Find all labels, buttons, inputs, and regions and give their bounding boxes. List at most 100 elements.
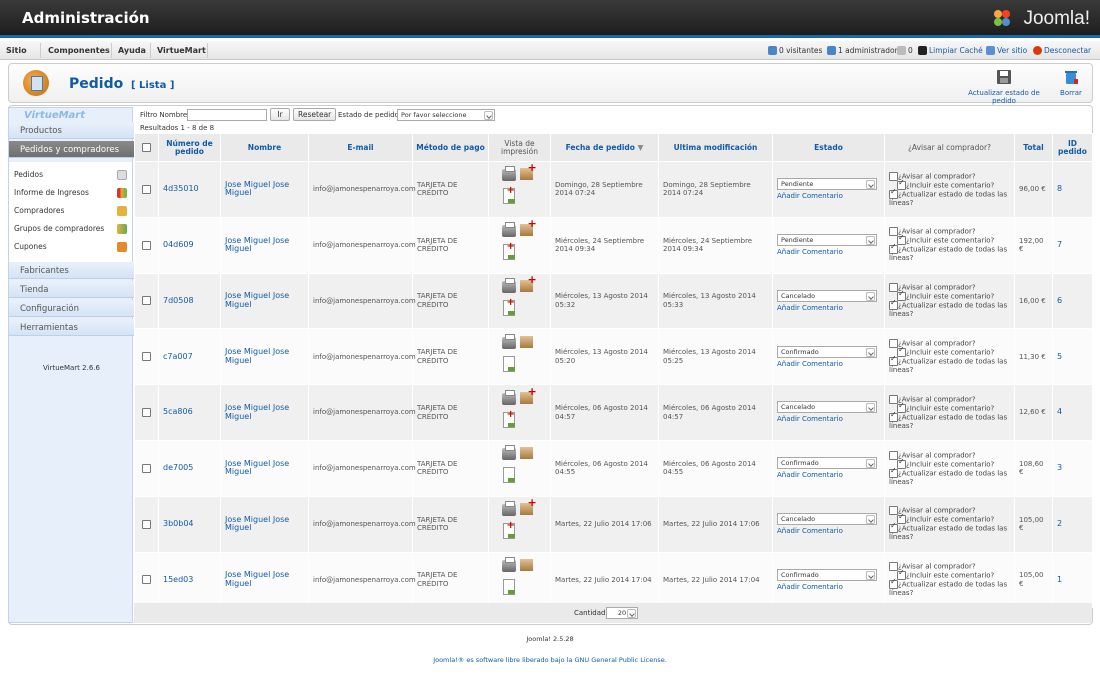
notify-customer-checkbox[interactable] — [889, 283, 898, 293]
notify-customer-option[interactable]: ¿Avisar al comprador? — [889, 283, 1010, 293]
menu-ayuda[interactable]: Ayuda — [118, 46, 146, 55]
order-state-select[interactable]: Cancelado — [777, 401, 877, 414]
include-comment-option[interactable]: ¿Incluir este comentario? — [889, 459, 1010, 469]
include-comment-checkbox[interactable] — [897, 403, 906, 413]
order-id-link[interactable]: 4 — [1057, 407, 1062, 417]
row-select-cell[interactable] — [134, 328, 159, 386]
notify-customer-checkbox[interactable] — [889, 450, 898, 460]
update-lines-option[interactable]: ¿Actualizar estado de todas las líneas? — [889, 245, 1010, 263]
customer-name-link[interactable]: Jose Miguel Jose Miguel — [225, 515, 289, 533]
notify-customer-checkbox[interactable] — [889, 394, 898, 404]
col-order-date[interactable]: Fecha de pedido ▼ — [550, 133, 659, 162]
page-size-select[interactable]: 20 — [606, 607, 638, 619]
add-comment-link[interactable]: Añadir Comentario — [777, 360, 880, 369]
col-modified[interactable]: Ultima modificación — [658, 133, 773, 162]
notify-customer-option[interactable]: ¿Avisar al comprador? — [889, 562, 1010, 572]
state-filter-select[interactable]: Por favor seleccione — [397, 109, 495, 121]
add-comment-link[interactable]: Añadir Comentario — [777, 192, 880, 201]
update-lines-option[interactable]: ¿Actualizar estado de todas las líneas? — [889, 580, 1010, 598]
sidebar-item-compradores[interactable]: Compradores — [14, 206, 129, 219]
filter-name-input[interactable] — [187, 109, 267, 121]
view-site-link[interactable]: Ver sitio — [986, 46, 1027, 55]
messages-status[interactable]: 0 — [897, 46, 913, 55]
print-icon[interactable] — [501, 445, 516, 461]
update-status-button[interactable]: Actualizar estado de pedido — [959, 69, 1049, 105]
update-lines-checkbox[interactable] — [889, 357, 898, 367]
select-all-header[interactable] — [134, 133, 159, 162]
update-lines-option[interactable]: ¿Actualizar estado de todas las líneas? — [889, 468, 1010, 487]
invoice-icon[interactable] — [502, 355, 515, 372]
notify-customer-checkbox[interactable] — [889, 171, 898, 181]
notify-customer-option[interactable]: ¿Avisar al comprador? — [889, 450, 1010, 460]
include-comment-checkbox[interactable] — [897, 348, 906, 358]
include-comment-option[interactable]: ¿Incluir este comentario? — [889, 571, 1010, 581]
order-state-select[interactable]: Cancelado — [777, 512, 877, 525]
delete-button[interactable]: Borrar — [1055, 69, 1087, 97]
notify-customer-checkbox[interactable] — [889, 227, 898, 237]
sidebar-section-productos[interactable]: Productos — [9, 122, 134, 139]
print-icon[interactable] — [501, 222, 516, 238]
add-comment-link[interactable]: Añadir Comentario — [777, 304, 880, 313]
sidebar-item-cupones[interactable]: Cupones — [14, 242, 129, 255]
row-select-cell[interactable] — [134, 495, 159, 553]
include-comment-checkbox[interactable] — [897, 459, 906, 469]
customer-name-link[interactable]: Jose Miguel Jose Miguel — [225, 236, 289, 254]
sidebar-section-fabricantes[interactable]: Fabricantes — [9, 262, 134, 279]
reset-button[interactable]: Resetear — [293, 108, 337, 121]
order-number-link[interactable]: de7005 — [163, 463, 193, 472]
include-comment-checkbox[interactable] — [897, 236, 906, 246]
col-total[interactable]: Total — [1014, 133, 1053, 162]
row-select-cell[interactable] — [134, 161, 159, 218]
update-lines-option[interactable]: ¿Actualizar estado de todas las líneas? — [889, 189, 1010, 208]
update-lines-checkbox[interactable] — [889, 189, 898, 199]
print-icon[interactable] — [501, 166, 516, 182]
row-checkbox[interactable] — [142, 519, 151, 529]
row-select-cell[interactable] — [134, 384, 159, 441]
update-lines-checkbox[interactable] — [889, 468, 898, 478]
update-lines-checkbox[interactable] — [889, 301, 898, 311]
add-comment-link[interactable]: Añadir Comentario — [777, 583, 880, 592]
order-number-link[interactable]: 4d35010 — [163, 184, 199, 193]
row-checkbox[interactable] — [142, 296, 151, 306]
order-state-select[interactable]: Cancelado — [777, 289, 877, 302]
order-state-select[interactable]: Pendiente — [777, 233, 877, 246]
row-checkbox[interactable] — [142, 184, 151, 194]
include-comment-checkbox[interactable] — [897, 180, 906, 190]
update-lines-option[interactable]: ¿Actualizar estado de todas las líneas? — [889, 301, 1010, 319]
col-email[interactable]: E-mail — [308, 133, 413, 162]
update-lines-option[interactable]: ¿Actualizar estado de todas las líneas? — [889, 524, 1010, 542]
order-number-link[interactable]: 04d609 — [163, 240, 194, 249]
include-comment-checkbox[interactable] — [897, 292, 906, 302]
order-number-link[interactable]: 3b0b04 — [163, 519, 194, 528]
sidebar-item-pedidos[interactable]: Pedidos — [14, 170, 129, 183]
order-state-select[interactable]: Pendiente — [777, 178, 877, 191]
row-checkbox[interactable] — [142, 352, 151, 362]
clear-cache-link[interactable]: Limpiar Caché — [918, 46, 983, 55]
row-checkbox[interactable] — [142, 575, 151, 585]
include-comment-option[interactable]: ¿Incluir este comentario? — [889, 236, 1010, 246]
order-number-link[interactable]: 5ca806 — [163, 407, 193, 417]
update-lines-checkbox[interactable] — [889, 245, 898, 255]
include-comment-option[interactable]: ¿Incluir este comentario? — [889, 292, 1010, 302]
add-comment-link[interactable]: Añadir Comentario — [777, 471, 880, 480]
customer-name-link[interactable]: Jose Miguel Jose Miguel — [225, 570, 289, 588]
customer-name-link[interactable]: Jose Miguel Jose Miguel — [225, 291, 289, 309]
col-name[interactable]: Nombre — [220, 133, 309, 162]
customer-name-link[interactable]: Jose Miguel Jose Miguel — [225, 403, 289, 421]
print-icon[interactable] — [501, 556, 516, 572]
invoice-icon[interactable] — [502, 467, 515, 484]
col-id[interactable]: ID pedido — [1052, 133, 1093, 162]
row-select-cell[interactable] — [134, 272, 159, 330]
notify-customer-option[interactable]: ¿Avisar al comprador? — [889, 339, 1010, 349]
notify-customer-option[interactable]: ¿Avisar al comprador? — [889, 227, 1010, 237]
sidebar-section-configuracion[interactable]: Configuración — [9, 300, 134, 317]
update-lines-option[interactable]: ¿Actualizar estado de todas las líneas? — [889, 412, 1010, 431]
shipment-icon[interactable] — [519, 558, 533, 571]
invoice-icon[interactable] — [502, 578, 515, 595]
shipment-icon[interactable] — [519, 335, 533, 348]
go-button[interactable]: Ir — [270, 108, 290, 121]
include-comment-option[interactable]: ¿Incluir este comentario? — [889, 348, 1010, 358]
order-state-select[interactable]: Confirmado — [777, 457, 877, 470]
update-lines-checkbox[interactable] — [889, 580, 898, 590]
row-checkbox[interactable] — [142, 408, 151, 418]
